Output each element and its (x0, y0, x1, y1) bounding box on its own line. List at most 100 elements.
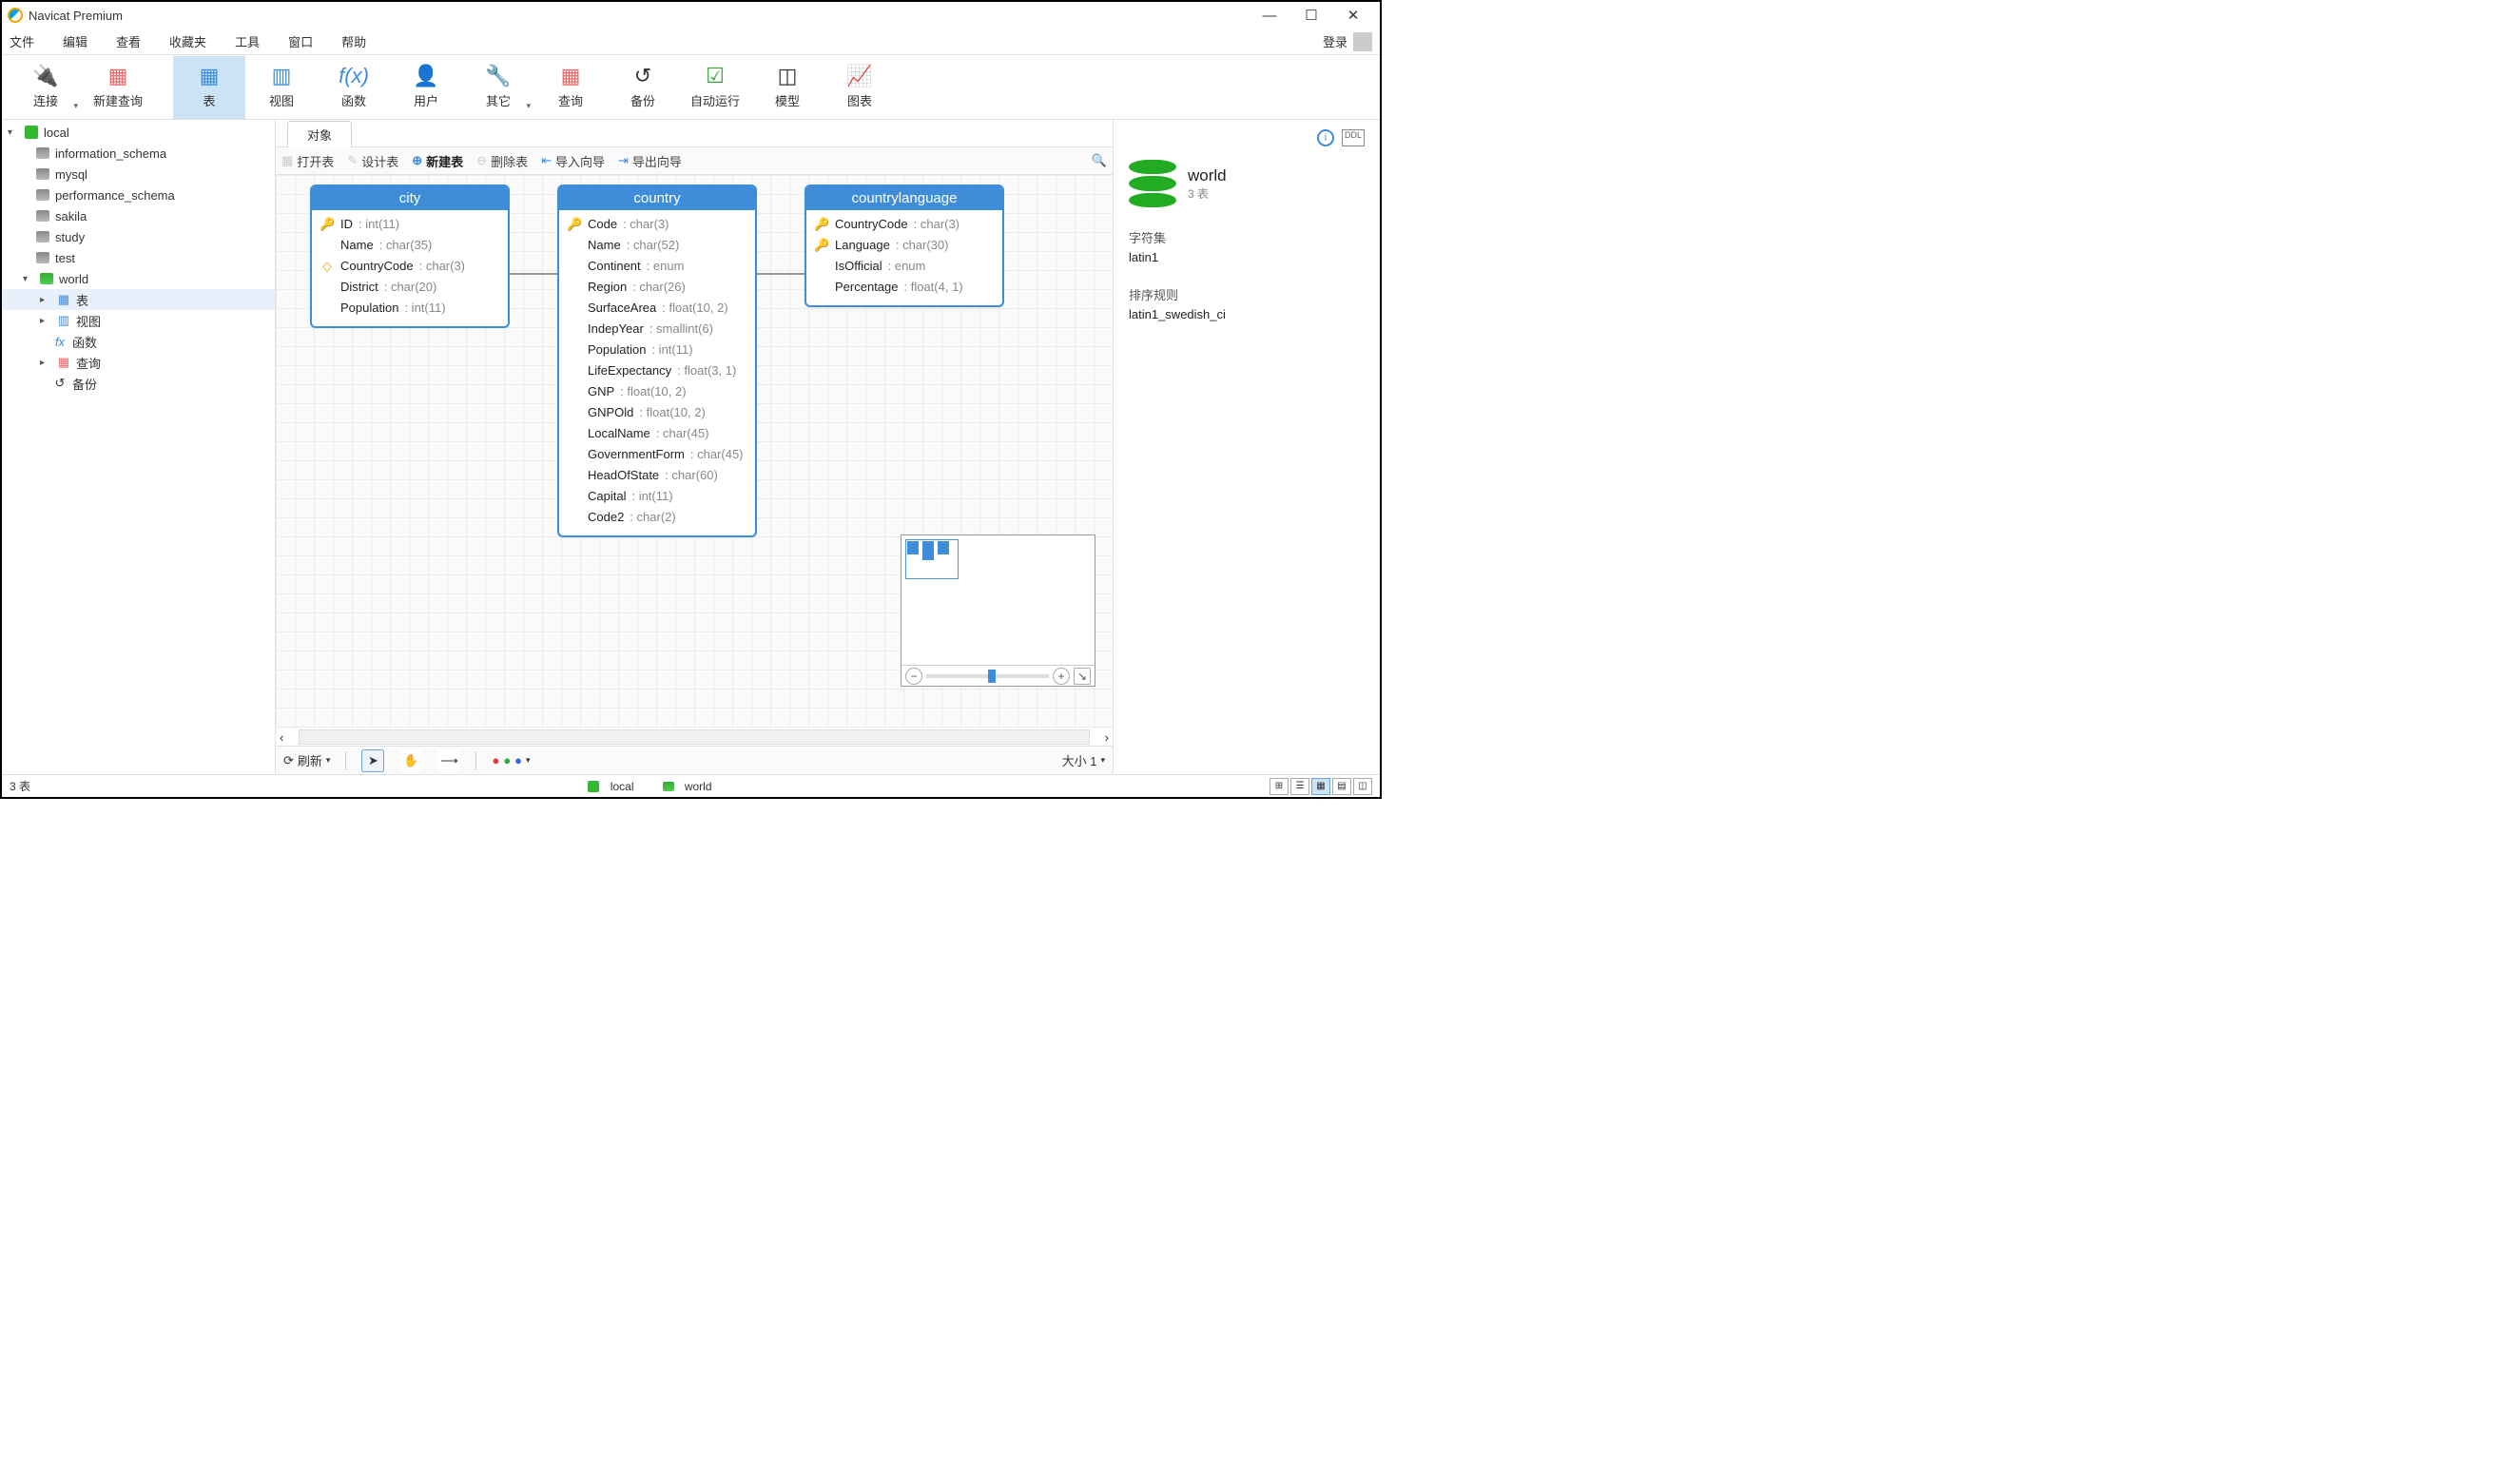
column-row[interactable]: Name: char(52) (567, 235, 747, 256)
column-row[interactable]: LifeExpectancy: float(3, 1) (567, 360, 747, 381)
login-link[interactable]: 登录 (1323, 32, 1347, 50)
entity-countrylanguage[interactable]: countrylanguage 🔑CountryCode: char(3)🔑La… (804, 185, 1004, 307)
column-row[interactable]: 🔑Code: char(3) (567, 214, 747, 235)
column-name: CountryCode (835, 214, 908, 235)
tree-queries[interactable]: ▸▦查询 (2, 352, 275, 373)
column-name: Region (588, 277, 627, 298)
tab-objects[interactable]: 对象 (287, 121, 352, 147)
column-name: Population (588, 340, 646, 360)
search-icon[interactable]: 🔍 (1092, 153, 1107, 168)
column-row[interactable]: Region: char(26) (567, 277, 747, 298)
toolbar-other[interactable]: 🔧其它▾ (462, 56, 534, 119)
toolbar-table[interactable]: ▦表 (173, 56, 245, 119)
toolbar-connection[interactable]: 🔌连接▾ (10, 56, 82, 119)
toolbar-new-query[interactable]: ▦新建查询 (82, 56, 154, 119)
toolbar-model[interactable]: ◫模型 (751, 56, 824, 119)
column-name: Percentage (835, 277, 899, 298)
tree-backups[interactable]: ↺备份 (2, 373, 275, 394)
column-row[interactable]: LocalName: char(45) (567, 423, 747, 444)
column-name: CountryCode (340, 256, 414, 277)
column-row[interactable]: Population: int(11) (567, 340, 747, 360)
column-row[interactable]: District: char(20) (320, 277, 500, 298)
refresh-button[interactable]: ⟳刷新 ▾ (283, 751, 330, 769)
tree-db[interactable]: test (2, 247, 275, 268)
tree-db[interactable]: sakila (2, 205, 275, 226)
close-button[interactable]: ✕ (1332, 3, 1374, 28)
tree-db-world[interactable]: ▾world (2, 268, 275, 289)
ddl-icon[interactable]: DDL (1342, 129, 1365, 146)
horizontal-scrollbar[interactable]: ‹› (276, 728, 1113, 746)
info-icon[interactable]: i (1317, 129, 1334, 146)
column-row[interactable]: IsOfficial: enum (814, 256, 995, 277)
column-row[interactable]: ◇CountryCode: char(3) (320, 256, 500, 277)
toolbar-automation[interactable]: ☑自动运行 (679, 56, 751, 119)
menu-favorites[interactable]: 收藏夹 (169, 32, 206, 50)
zoom-out-button[interactable]: − (905, 668, 922, 685)
column-row[interactable]: Population: int(11) (320, 298, 500, 319)
column-row[interactable]: 🔑CountryCode: char(3) (814, 214, 995, 235)
avatar-icon[interactable] (1353, 32, 1372, 51)
scale-control[interactable]: 大小 1 ▾ (1062, 751, 1105, 769)
view-panel-icon[interactable]: ◫ (1353, 778, 1372, 795)
status-count: 3 表 (10, 778, 30, 794)
column-row[interactable]: Name: char(35) (320, 235, 500, 256)
menu-tools[interactable]: 工具 (235, 32, 260, 50)
column-row[interactable]: GNPOld: float(10, 2) (567, 402, 747, 423)
toolbar-user[interactable]: 👤用户 (390, 56, 462, 119)
tree-db[interactable]: performance_schema (2, 185, 275, 205)
menu-file[interactable]: 文件 (10, 32, 34, 50)
menu-view[interactable]: 查看 (116, 32, 141, 50)
zoom-fit-button[interactable]: ↘ (1074, 668, 1091, 685)
view-detail-icon[interactable]: ▦ (1311, 778, 1330, 795)
column-name: Language (835, 235, 890, 256)
color-tool[interactable]: ●●● ▾ (492, 753, 530, 767)
maximize-button[interactable]: ☐ (1290, 3, 1332, 28)
zoom-slider[interactable] (926, 674, 1049, 678)
column-row[interactable]: Capital: int(11) (567, 486, 747, 507)
toolbar-query[interactable]: ▦查询 (534, 56, 607, 119)
zoom-in-button[interactable]: + (1053, 668, 1070, 685)
new-table-button[interactable]: ⊕新建表 (412, 152, 463, 170)
tree-db[interactable]: study (2, 226, 275, 247)
menu-edit[interactable]: 编辑 (63, 32, 87, 50)
menu-window[interactable]: 窗口 (288, 32, 313, 50)
entity-city[interactable]: city 🔑ID: int(11)Name: char(35)◇CountryC… (310, 185, 510, 328)
view-grid-icon[interactable]: ⊞ (1270, 778, 1289, 795)
design-table-button[interactable]: ✎设计表 (347, 152, 398, 170)
column-row[interactable]: GovernmentForm: char(45) (567, 444, 747, 465)
tree-functions[interactable]: fx函数 (2, 331, 275, 352)
column-row[interactable]: SurfaceArea: float(10, 2) (567, 298, 747, 319)
tree-views[interactable]: ▸▥视图 (2, 310, 275, 331)
er-diagram-canvas[interactable]: city 🔑ID: int(11)Name: char(35)◇CountryC… (276, 175, 1113, 728)
entity-country[interactable]: country 🔑Code: char(3)Name: char(52)Cont… (557, 185, 757, 537)
minimize-button[interactable]: — (1249, 3, 1290, 28)
tree-db[interactable]: information_schema (2, 143, 275, 164)
tree-db[interactable]: mysql (2, 164, 275, 185)
toolbar-backup[interactable]: ↺备份 (607, 56, 679, 119)
column-row[interactable]: 🔑ID: int(11) (320, 214, 500, 235)
pointer-tool[interactable]: ➤ (361, 749, 384, 772)
view-er-icon[interactable]: ▤ (1332, 778, 1351, 795)
tree-connection[interactable]: ▾local (2, 122, 275, 143)
column-row[interactable]: Percentage: float(4, 1) (814, 277, 995, 298)
view-list-icon[interactable]: ☰ (1290, 778, 1309, 795)
delete-table-button[interactable]: ⊖删除表 (476, 152, 528, 170)
column-row[interactable]: Continent: enum (567, 256, 747, 277)
menu-help[interactable]: 帮助 (341, 32, 366, 50)
column-row[interactable]: 🔑Language: char(30) (814, 235, 995, 256)
import-wizard-button[interactable]: ⇤导入向导 (541, 152, 605, 170)
tree-tables[interactable]: ▸▦表 (2, 289, 275, 310)
hand-tool[interactable]: ✋ (399, 749, 422, 772)
column-row[interactable]: Code2: char(2) (567, 507, 747, 528)
open-table-button[interactable]: ▦打开表 (281, 152, 334, 170)
relation-tool[interactable]: ⟶ (437, 749, 460, 772)
column-row[interactable]: IndepYear: smallint(6) (567, 319, 747, 340)
column-type: : char(35) (379, 235, 433, 256)
toolbar-view[interactable]: ▥视图 (245, 56, 318, 119)
export-wizard-button[interactable]: ⇥导出向导 (618, 152, 682, 170)
primary-key-icon: 🔑 (320, 214, 335, 235)
toolbar-function[interactable]: f(x)函数 (318, 56, 390, 119)
toolbar-chart[interactable]: 📈图表 (824, 56, 896, 119)
column-row[interactable]: GNP: float(10, 2) (567, 381, 747, 402)
column-row[interactable]: HeadOfState: char(60) (567, 465, 747, 486)
